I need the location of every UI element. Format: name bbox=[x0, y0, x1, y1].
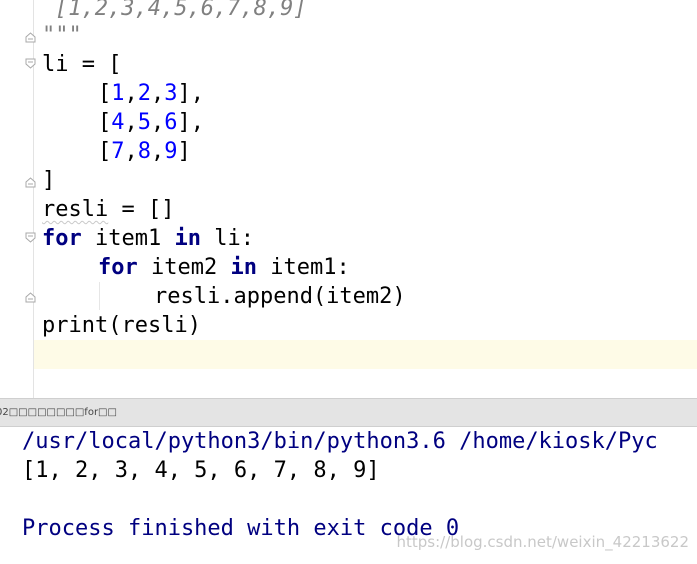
bracket: [ bbox=[98, 110, 112, 135]
fold-end-icon[interactable] bbox=[25, 177, 36, 188]
number-literal: 1 bbox=[111, 81, 125, 106]
code-text: li = [ bbox=[42, 52, 122, 77]
code-line[interactable]: [7,8,9] bbox=[98, 137, 191, 166]
run-tab-label[interactable]: 02□□□□□□□□for□□ bbox=[0, 399, 117, 426]
number-literal: 2 bbox=[137, 81, 151, 106]
code-line[interactable]: [1,2,3,4,5,6,7,8,9] bbox=[55, 0, 307, 23]
comma: , bbox=[124, 81, 138, 106]
comma: , bbox=[151, 139, 165, 164]
code-text: item2 bbox=[137, 255, 231, 280]
docstring-delimiter: """ bbox=[42, 23, 82, 48]
keyword: in bbox=[230, 255, 257, 280]
code-line[interactable]: ] bbox=[42, 166, 55, 195]
number-literal: 5 bbox=[137, 110, 151, 135]
fold-start-icon[interactable] bbox=[25, 232, 36, 243]
code-text: item1: bbox=[256, 255, 350, 280]
code-line[interactable]: """ bbox=[42, 21, 82, 50]
keyword: in bbox=[174, 226, 201, 251]
comma: , bbox=[151, 81, 165, 106]
comma: , bbox=[124, 139, 138, 164]
code-line[interactable]: for item1 in li: bbox=[42, 224, 254, 253]
bracket: ], bbox=[177, 81, 205, 106]
number-literal: 7 bbox=[111, 139, 125, 164]
variable-name: resli bbox=[42, 197, 109, 222]
keyword: for bbox=[42, 226, 82, 251]
code-text: resli.append(item2) bbox=[154, 284, 406, 309]
bracket: [ bbox=[98, 139, 112, 164]
code-line[interactable]: li = [ bbox=[42, 50, 121, 79]
code-text: print(resli) bbox=[42, 313, 201, 338]
comma: , bbox=[124, 110, 138, 135]
fold-end-icon[interactable] bbox=[25, 292, 36, 303]
number-literal: 9 bbox=[164, 139, 178, 164]
console-exit-message: Process finished with exit code 0 bbox=[22, 516, 460, 541]
code-line[interactable]: resli.append(item2) bbox=[154, 282, 406, 311]
number-literal: 8 bbox=[137, 139, 151, 164]
fold-end-icon[interactable] bbox=[25, 32, 36, 43]
docstring-text: [1,2,3,4,5,6,7,8,9] bbox=[55, 0, 307, 21]
bracket: ], bbox=[177, 110, 205, 135]
console-output-line: [1, 2, 3, 4, 5, 6, 7, 8, 9] bbox=[22, 458, 380, 483]
bracket: ] bbox=[42, 168, 56, 193]
code-text: = [] bbox=[108, 197, 175, 222]
watermark: https://blog.csdn.net/weixin_42213622 bbox=[396, 533, 689, 551]
fold-start-icon[interactable] bbox=[25, 58, 36, 69]
code-line[interactable]: [1,2,3], bbox=[98, 79, 204, 108]
keyword: for bbox=[98, 255, 138, 280]
code-line[interactable]: for item2 in item1: bbox=[98, 253, 350, 282]
code-text: item1 bbox=[81, 226, 175, 251]
number-literal: 6 bbox=[164, 110, 178, 135]
comma: , bbox=[151, 110, 165, 135]
indent-guide bbox=[99, 282, 100, 310]
run-panel-header[interactable]: 02□□□□□□□□for□□ bbox=[0, 398, 697, 427]
bracket: ] bbox=[177, 139, 191, 164]
code-line[interactable]: resli = [] bbox=[42, 195, 174, 224]
bracket: [ bbox=[98, 81, 112, 106]
run-console[interactable]: /usr/local/python3/bin/python3.6 /home/k… bbox=[0, 427, 697, 564]
code-line[interactable]: [4,5,6], bbox=[98, 108, 204, 137]
number-literal: 3 bbox=[164, 81, 178, 106]
current-line-highlight bbox=[0, 340, 697, 369]
code-editor[interactable]: [1,2,3,4,5,6,7,8,9] """ li = [ [1,2,3], … bbox=[0, 0, 697, 398]
code-line[interactable]: print(resli) bbox=[42, 311, 201, 340]
console-command-line: /usr/local/python3/bin/python3.6 /home/k… bbox=[22, 429, 658, 454]
code-text: li: bbox=[200, 226, 254, 251]
number-literal: 4 bbox=[111, 110, 125, 135]
